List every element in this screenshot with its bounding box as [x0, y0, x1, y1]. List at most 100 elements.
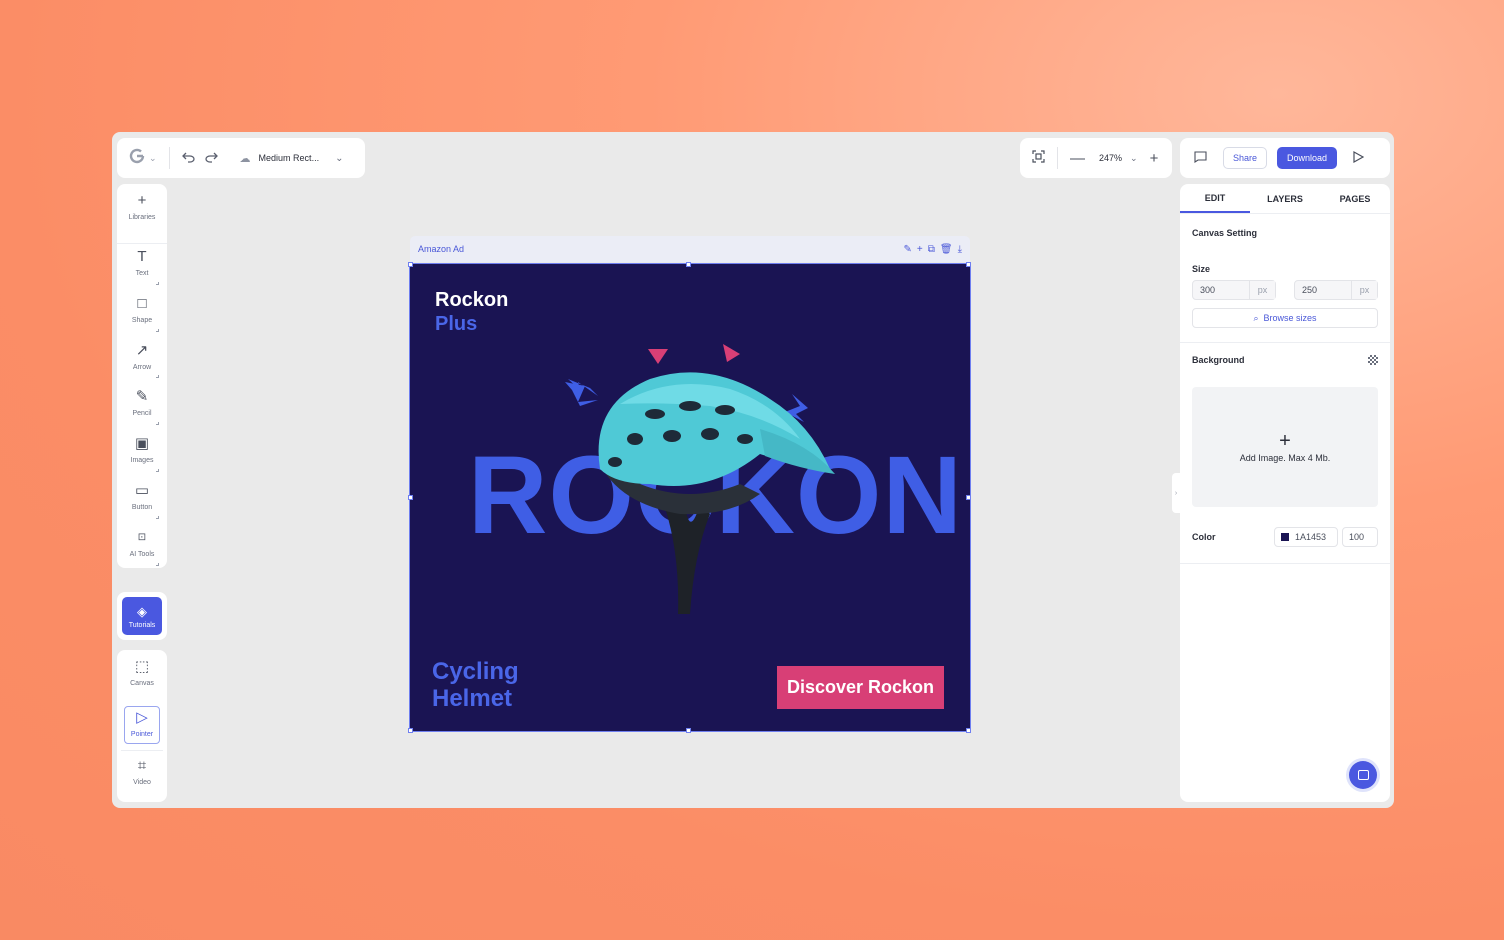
add-icon[interactable]: +: [917, 244, 923, 255]
triangle-shape: [648, 349, 668, 364]
app-menu[interactable]: ⌄: [129, 148, 157, 168]
canvas-setting-section: Canvas Setting Size 300 px 250 px ⌕ Brow…: [1180, 214, 1390, 343]
tool-pointer[interactable]: ▷ Pointer: [124, 706, 160, 744]
download-button[interactable]: Download: [1277, 147, 1338, 169]
helmet-vent: [663, 430, 681, 442]
opacity-field[interactable]: 100: [1342, 527, 1378, 547]
trash-icon[interactable]: 🗑: [940, 244, 953, 255]
tool-images[interactable]: ▣ Images: [117, 435, 167, 482]
tool-label: Pointer: [130, 731, 154, 738]
app-logo-icon: [129, 148, 145, 168]
tool-label: Video: [133, 779, 151, 786]
tool-canvas[interactable]: ⬚ Canvas: [117, 658, 167, 704]
ad-subtitle[interactable]: Cycling Helmet: [432, 658, 519, 712]
background-label: Background: [1192, 355, 1245, 365]
submenu-indicator: [156, 562, 159, 566]
width-field[interactable]: 300 px: [1192, 280, 1276, 300]
left-toolbar: + Libraries T Text □ Shape ↗ Arrow ✎ Pen…: [117, 184, 167, 568]
share-button[interactable]: Share: [1223, 147, 1268, 169]
tutorials-button[interactable]: ◈ Tutorials: [122, 597, 162, 635]
ad-title[interactable]: Rockon Plus: [435, 288, 508, 336]
helmet-vent: [645, 409, 665, 419]
zoom-toolbar: — 247% ⌄ +: [1020, 138, 1172, 178]
comment-icon[interactable]: [1194, 150, 1207, 166]
resize-handle[interactable]: [966, 495, 971, 500]
submenu-indicator: [156, 328, 159, 332]
tool-libraries[interactable]: + Libraries: [117, 192, 167, 244]
frame-actions: ✎ + ⧉ 🗑 ⤓: [904, 244, 963, 255]
document-name: Medium Rect...: [258, 153, 320, 163]
submenu-indicator: [156, 422, 159, 426]
tool-button[interactable]: ▭ Button: [117, 482, 167, 529]
color-label: Color: [1192, 532, 1216, 542]
tool-pencil[interactable]: ✎ Pencil: [117, 388, 167, 435]
duplicate-icon[interactable]: ⧉: [928, 244, 935, 255]
browse-sizes-label: Browse sizes: [1263, 313, 1317, 323]
submenu-indicator: [156, 515, 159, 519]
tab-pages[interactable]: PAGES: [1320, 184, 1390, 213]
chevron-down-icon: ⌄: [149, 152, 157, 163]
edit-icon[interactable]: ✎: [904, 244, 912, 255]
zoom-in-button[interactable]: +: [1150, 150, 1159, 167]
tool-label: Canvas: [130, 680, 154, 687]
editor-window: ⌄ ☁ Medium Rect... ⌄ — 247% ⌄ + Share Do…: [112, 132, 1394, 808]
search-icon: ⌕: [1253, 312, 1259, 323]
frame-name[interactable]: Amazon Ad: [418, 244, 464, 254]
download-icon[interactable]: ⤓: [958, 244, 962, 255]
zoom-out-button[interactable]: —: [1070, 150, 1085, 167]
color-inputs: 1A1453 100: [1274, 527, 1378, 547]
document-selector[interactable]: ☁ Medium Rect... ⌄: [240, 152, 344, 165]
background-header: Background: [1192, 355, 1378, 365]
tab-edit[interactable]: EDIT: [1180, 184, 1250, 213]
artboard[interactable]: Rockon Plus ROCKON: [409, 263, 971, 732]
zoom-level[interactable]: 247%: [1099, 153, 1122, 163]
canvas-icon: ⬚: [134, 658, 150, 675]
tool-label: Images: [130, 457, 154, 465]
resize-handle[interactable]: [408, 495, 413, 500]
size-inputs: 300 px 250 px: [1192, 280, 1378, 300]
tool-video[interactable]: ⌗ Video: [117, 757, 167, 803]
resize-handle[interactable]: [686, 262, 691, 267]
transparent-icon[interactable]: [1368, 355, 1378, 365]
helmet-vent: [679, 401, 701, 411]
fit-screen-icon[interactable]: [1032, 150, 1045, 166]
helmet-image[interactable]: [560, 344, 850, 624]
add-image-dropzone[interactable]: + Add Image. Max 4 Mb.: [1192, 387, 1378, 507]
height-field[interactable]: 250 px: [1294, 280, 1378, 300]
color-swatch[interactable]: [1281, 533, 1289, 541]
frame-header[interactable]: Amazon Ad ✎ + ⧉ 🗑 ⤓: [410, 236, 970, 262]
redo-icon[interactable]: [204, 150, 218, 166]
panel-collapse-toggle[interactable]: ›: [1172, 473, 1180, 513]
tool-shape[interactable]: □ Shape: [117, 295, 167, 342]
divider: [121, 750, 163, 751]
tab-layers[interactable]: LAYERS: [1250, 184, 1320, 213]
helmet-vent: [627, 433, 643, 445]
resize-handle[interactable]: [408, 262, 413, 267]
resize-handle[interactable]: [686, 728, 691, 733]
tool-arrow[interactable]: ↗ Arrow: [117, 342, 167, 389]
chat-support-button[interactable]: [1349, 761, 1377, 789]
add-image-label: Add Image. Max 4 Mb.: [1239, 453, 1331, 463]
plus-icon: +: [137, 192, 147, 209]
ad-subtitle-line2: Helmet: [432, 685, 513, 712]
resize-handle[interactable]: [966, 262, 971, 267]
resize-handle[interactable]: [408, 728, 413, 733]
color-row: Color 1A1453 100: [1192, 527, 1378, 547]
arrow-icon: ↗: [135, 341, 149, 359]
cta-button[interactable]: Discover Rockon: [777, 666, 944, 709]
color-hex-field[interactable]: 1A1453: [1274, 527, 1338, 547]
resize-handle[interactable]: [966, 728, 971, 733]
button-icon: ▭: [134, 481, 150, 499]
canvas-setting-label: Canvas Setting: [1192, 228, 1258, 238]
tool-label: Text: [135, 270, 149, 277]
browse-sizes-button[interactable]: ⌕ Browse sizes: [1192, 308, 1378, 328]
tool-label: Libraries: [128, 214, 156, 221]
tool-ai-tools[interactable]: ⊡ AI Tools: [117, 529, 167, 576]
play-icon[interactable]: [1353, 150, 1365, 166]
width-value: 300: [1200, 285, 1216, 295]
square-icon: □: [137, 294, 147, 312]
chevron-down-icon[interactable]: ⌄: [1130, 153, 1138, 164]
tool-text[interactable]: T Text: [117, 248, 167, 295]
undo-icon[interactable]: [181, 150, 196, 166]
text-icon: T: [137, 248, 147, 265]
